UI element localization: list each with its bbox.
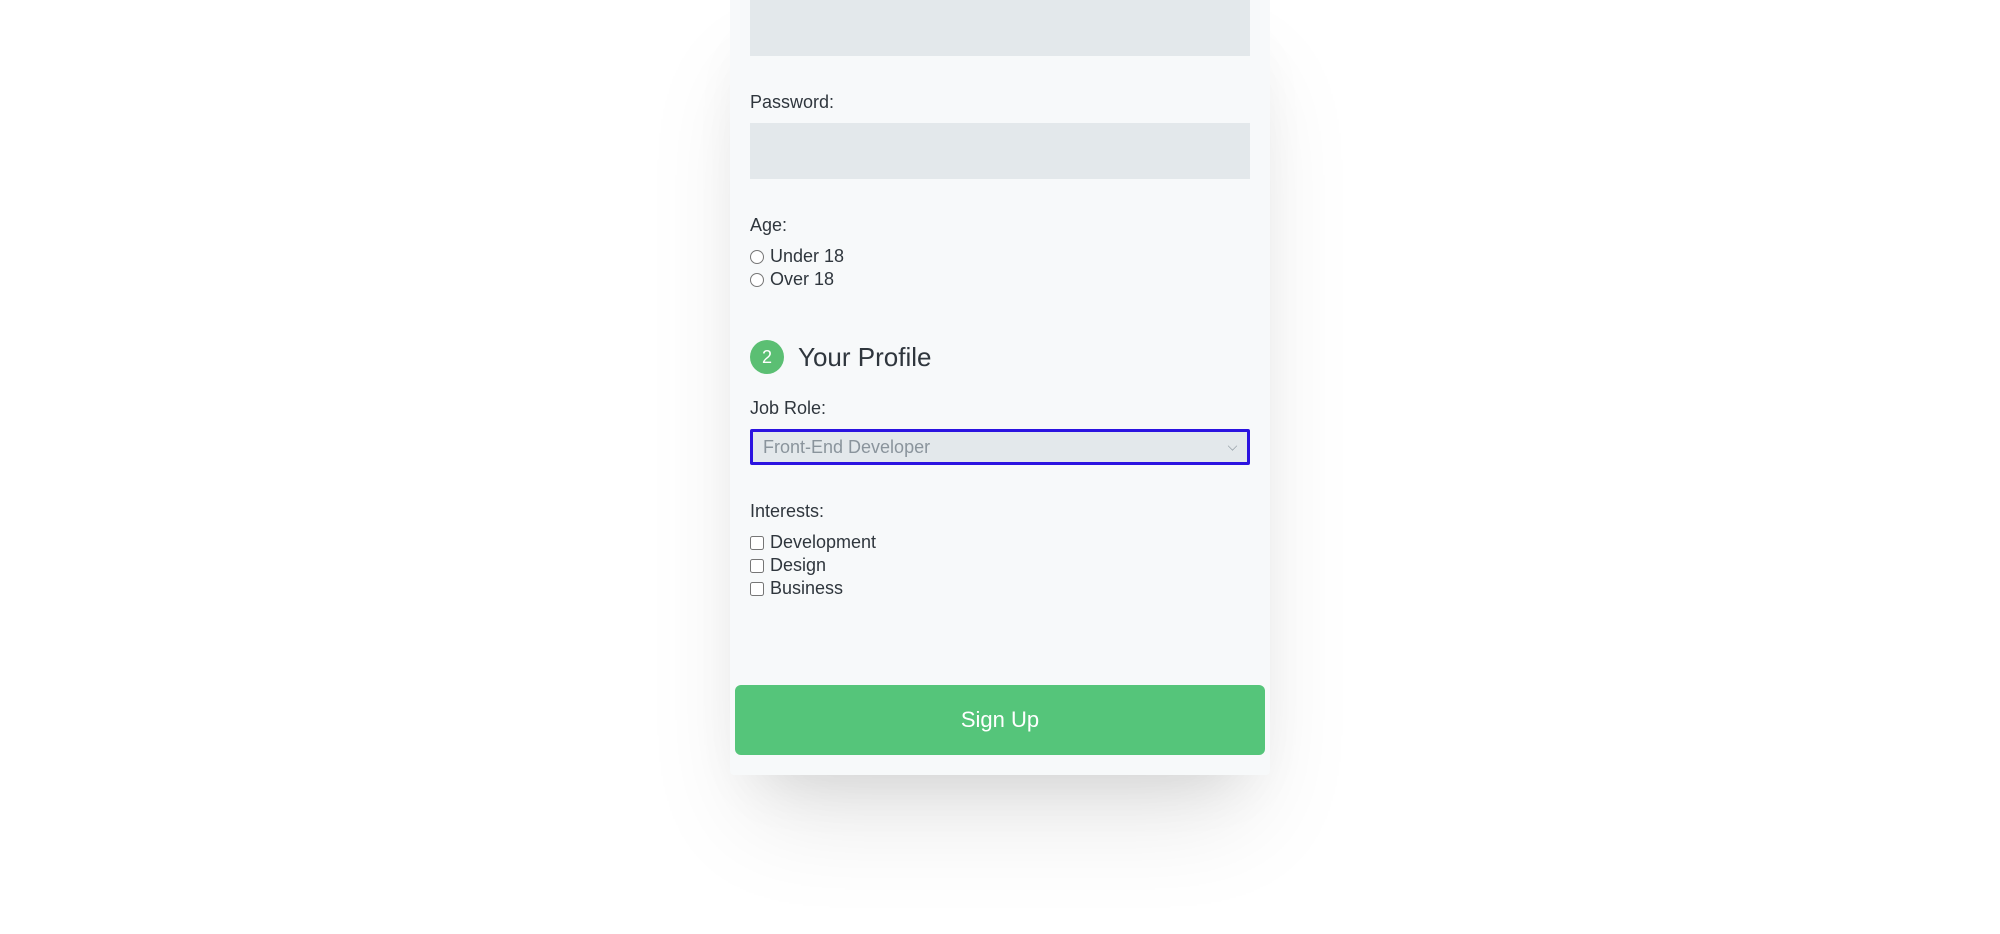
checkbox-design[interactable] xyxy=(750,559,764,573)
interest-development: Development xyxy=(750,532,1250,553)
radio-under18-label: Under 18 xyxy=(770,246,844,267)
age-option-over18: Over 18 xyxy=(750,269,1250,290)
job-role-label: Job Role: xyxy=(750,398,1250,419)
section-heading-profile: 2 Your Profile xyxy=(750,340,1250,374)
radio-over18-label: Over 18 xyxy=(770,269,834,290)
section-title-profile: Your Profile xyxy=(798,342,931,373)
interests-field-group: Interests: Development Design Business xyxy=(750,501,1250,599)
checkbox-development[interactable] xyxy=(750,536,764,550)
radio-under18[interactable] xyxy=(750,250,764,264)
step-badge-2: 2 xyxy=(750,340,784,374)
checkbox-business[interactable] xyxy=(750,582,764,596)
password-field[interactable] xyxy=(750,123,1250,179)
job-role-select-wrap: Front-End Developer xyxy=(750,429,1250,465)
age-field-group: Age: Under 18 Over 18 xyxy=(750,215,1250,290)
checkbox-business-label: Business xyxy=(770,578,843,599)
interests-label: Interests: xyxy=(750,501,1250,522)
signup-button[interactable]: Sign Up xyxy=(735,685,1265,755)
checkbox-development-label: Development xyxy=(770,532,876,553)
age-label: Age: xyxy=(750,215,1250,236)
age-option-under18: Under 18 xyxy=(750,246,1250,267)
email-field[interactable] xyxy=(750,0,1250,56)
signup-form-container: Password: Age: Under 18 Over 18 2 Your P… xyxy=(730,0,1270,775)
password-field-group: Password: xyxy=(750,92,1250,179)
password-label: Password: xyxy=(750,92,1250,113)
job-role-field-group: Job Role: Front-End Developer xyxy=(750,398,1250,465)
radio-over18[interactable] xyxy=(750,273,764,287)
checkbox-design-label: Design xyxy=(770,555,826,576)
job-role-select[interactable]: Front-End Developer xyxy=(750,429,1250,465)
interest-design: Design xyxy=(750,555,1250,576)
interest-business: Business xyxy=(750,578,1250,599)
